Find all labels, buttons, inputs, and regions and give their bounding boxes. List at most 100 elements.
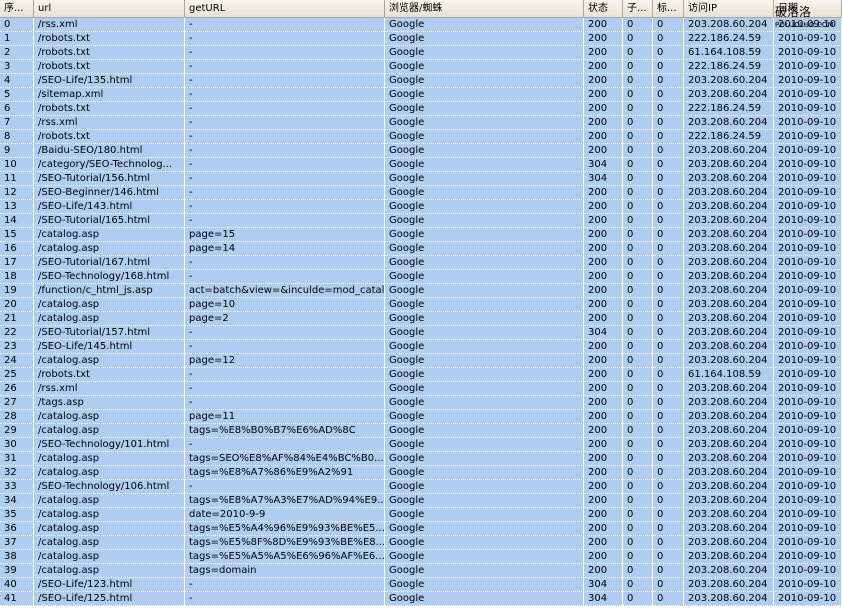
table-row[interactable]: 39/catalog.asp tags=domain Google 200 0 0 203.…	[0, 564, 842, 578]
table-row[interactable]: 40/SEO-Life/123.html - Google 304 0 0 203.208.…	[0, 578, 842, 592]
cell-col-status: 200	[584, 396, 623, 410]
table-row[interactable]: 22/SEO-Tutorial/157.html - Google 304 0 0 203.…	[0, 326, 842, 340]
header-col-flag[interactable]: 标...	[653, 0, 684, 17]
cell-col-ip: 203.208.60.204	[684, 256, 774, 270]
cell-col-sub: 0	[623, 396, 653, 410]
table-row[interactable]: 20/catalog.asp page=10 Google 200 0 0 203.208.…	[0, 298, 842, 312]
table-row[interactable]: 5/sitemap.xml - Google 200 0 0 203.208.60.204 2…	[0, 88, 842, 102]
cell-col-ip: 203.208.60.204	[684, 494, 774, 508]
header-col-ip[interactable]: 访问IP	[684, 0, 774, 17]
cell-col-geturl: -	[185, 340, 385, 354]
cell-col-ip: 61.164.108.59	[684, 368, 774, 382]
table-row[interactable]: 27/tags.asp - Google 200 0 0 203.208.60.204 201…	[0, 396, 842, 410]
table-row[interactable]: 41/SEO-Life/125.html - Google 304 0 0 203.208.…	[0, 592, 842, 606]
cell-col-url: /catalog.asp	[34, 354, 185, 368]
table-row[interactable]: 37/catalog.asp tags=%E5%8F%8D%E9%93%BE%E8…	[0, 536, 842, 550]
cell-col-status: 200	[584, 508, 623, 522]
cell-col-flag: 0	[653, 256, 684, 270]
cell-col-date: 2010-09-10	[774, 368, 842, 382]
cell-col-ip: 203.208.60.204	[684, 452, 774, 466]
cell-col-status: 200	[584, 564, 623, 578]
cell-col-url: /catalog.asp	[34, 536, 185, 550]
header-col-sub[interactable]: 子...	[623, 0, 653, 17]
cell-col-index: 14	[0, 214, 34, 228]
table-row[interactable]: 4/SEO-Life/135.html - Google 200 0 0 203.208.6…	[0, 74, 842, 88]
table-row[interactable]: 23/SEO-Life/145.html - Google 200 0 0 203.208.…	[0, 340, 842, 354]
table-row[interactable]: 25/robots.txt - Google 200 0 0 61.164.108.59 20…	[0, 368, 842, 382]
cell-col-index: 40	[0, 578, 34, 592]
cell-col-date: 2010-09-10	[774, 186, 842, 200]
table-row[interactable]: 33/SEO-Technology/106.html - Google 200 0 0 20…	[0, 480, 842, 494]
cell-col-url: /catalog.asp	[34, 452, 185, 466]
cell-col-geturl: tags=SEO%E8%AF%84%E4%BC%B0...	[185, 452, 385, 466]
cell-col-url: /rss.xml	[34, 18, 185, 32]
watermark-main-text: 破洛洛	[775, 5, 812, 19]
cell-col-date: 2010-09-10	[774, 578, 842, 592]
table-row[interactable]: 11/SEO-Tutorial/156.html - Google 304 0 0 203.…	[0, 172, 842, 186]
cell-col-ip: 203.208.60.204	[684, 242, 774, 256]
cell-col-index: 0	[0, 18, 34, 32]
table-row[interactable]: 10/category/SEO-Technolog... - Google 304 0 0…	[0, 158, 842, 172]
cell-col-browser: Google	[385, 312, 584, 326]
header-col-browser[interactable]: 浏览器/蜘蛛	[385, 0, 584, 17]
table-row[interactable]: 38/catalog.asp tags=%E5%A5%A5%E6%96%AF%E6…	[0, 550, 842, 564]
table-row[interactable]: 9/Baidu-SEO/180.html - Google 200 0 0 203.208.…	[0, 144, 842, 158]
cell-col-status: 200	[584, 256, 623, 270]
table-row[interactable]: 14/SEO-Tutorial/165.html - Google 200 0 0 203.…	[0, 214, 842, 228]
table-row[interactable]: 7/rss.xml - Google 200 0 0 203.208.60.204 2010-…	[0, 116, 842, 130]
table-row[interactable]: 3/robots.txt - Google 200 0 0 222.186.24.59 201…	[0, 60, 842, 74]
table-row[interactable]: 35/catalog.asp date=2010-9-9 Google 200 0 0 20…	[0, 508, 842, 522]
table-row[interactable]: 31/catalog.asp tags=SEO%E8%AF%84%E4%BC%B0…	[0, 452, 842, 466]
cell-col-ip: 203.208.60.204	[684, 354, 774, 368]
header-col-geturl[interactable]: getURL	[185, 0, 385, 17]
header-col-url[interactable]: url	[34, 0, 185, 17]
cell-col-index: 32	[0, 466, 34, 480]
cell-col-ip: 203.208.60.204	[684, 172, 774, 186]
cell-col-flag: 0	[653, 60, 684, 74]
table-row[interactable]: 2/robots.txt - Google 200 0 0 61.164.108.59 201…	[0, 46, 842, 60]
cell-col-url: /SEO-Tutorial/156.html	[34, 172, 185, 186]
table-row[interactable]: 30/SEO-Technology/101.html - Google 200 0 0 20…	[0, 438, 842, 452]
cell-col-browser: Google	[385, 410, 584, 424]
table-row[interactable]: 0/rss.xml - Google 200 0 0 203.208.60.204 2010-…	[0, 18, 842, 32]
table-row[interactable]: 28/catalog.asp page=11 Google 200 0 0 203.208.…	[0, 410, 842, 424]
table-row[interactable]: 17/SEO-Tutorial/167.html - Google 200 0 0 203.…	[0, 256, 842, 270]
header-col-index[interactable]: 序...	[0, 0, 34, 17]
table-row[interactable]: 36/catalog.asp tags=%E5%A4%96%E9%93%BE%E5…	[0, 522, 842, 536]
table-row[interactable]: 6/robots.txt - Google 200 0 0 222.186.24.59 201…	[0, 102, 842, 116]
table-row[interactable]: 24/catalog.asp page=12 Google 200 0 0 203.208.…	[0, 354, 842, 368]
cell-col-sub: 0	[623, 172, 653, 186]
table-row[interactable]: 29/catalog.asp tags=%E8%B0%B7%E6%AD%8C Goo…	[0, 424, 842, 438]
table-row[interactable]: 15/catalog.asp page=15 Google 200 0 0 203.208.…	[0, 228, 842, 242]
cell-col-status: 200	[584, 144, 623, 158]
table-row[interactable]: 8/robots.txt - Google 200 0 0 222.186.24.59 201…	[0, 130, 842, 144]
cell-col-date: 2010-09-10	[774, 340, 842, 354]
cell-col-date: 2010-09-10	[774, 46, 842, 60]
cell-col-geturl: -	[185, 326, 385, 340]
cell-col-ip: 203.208.60.204	[684, 424, 774, 438]
cell-col-flag: 0	[653, 172, 684, 186]
table-row[interactable]: 12/SEO-Beginner/146.html - Google 200 0 0 203.…	[0, 186, 842, 200]
cell-col-status: 200	[584, 74, 623, 88]
cell-col-status: 200	[584, 242, 623, 256]
table-row[interactable]: 13/SEO-Life/143.html - Google 200 0 0 203.208.…	[0, 200, 842, 214]
table-row[interactable]: 1/robots.txt - Google 200 0 0 222.186.24.59 201…	[0, 32, 842, 46]
cell-col-index: 37	[0, 536, 34, 550]
watermark-sub-text: POLUOLUO.COM	[775, 21, 834, 29]
table-row[interactable]: 26/rss.xml - Google 200 0 0 203.208.60.204 2010…	[0, 382, 842, 396]
table-row[interactable]: 16/catalog.asp page=14 Google 200 0 0 203.208.…	[0, 242, 842, 256]
header-col-status[interactable]: 状态	[584, 0, 623, 17]
table-row[interactable]: 34/catalog.asp tags=%E8%A7%A3%E7%AD%94%E9…	[0, 494, 842, 508]
cell-col-sub: 0	[623, 270, 653, 284]
cell-col-sub: 0	[623, 480, 653, 494]
cell-col-url: /catalog.asp	[34, 494, 185, 508]
cell-col-url: /function/c_html_js.asp	[34, 284, 185, 298]
cell-col-sub: 0	[623, 564, 653, 578]
table-row[interactable]: 19/function/c_html_js.asp act=batch&view=…	[0, 284, 842, 298]
table-row[interactable]: 32/catalog.asp tags=%E8%A7%86%E9%A2%91 Goo…	[0, 466, 842, 480]
cell-col-status: 304	[584, 172, 623, 186]
cell-col-flag: 0	[653, 18, 684, 32]
cell-col-geturl: -	[185, 88, 385, 102]
table-row[interactable]: 18/SEO-Technology/168.html - Google 200 0 0 20…	[0, 270, 842, 284]
table-row[interactable]: 21/catalog.asp page=2 Google 200 0 0 203.208.6…	[0, 312, 842, 326]
